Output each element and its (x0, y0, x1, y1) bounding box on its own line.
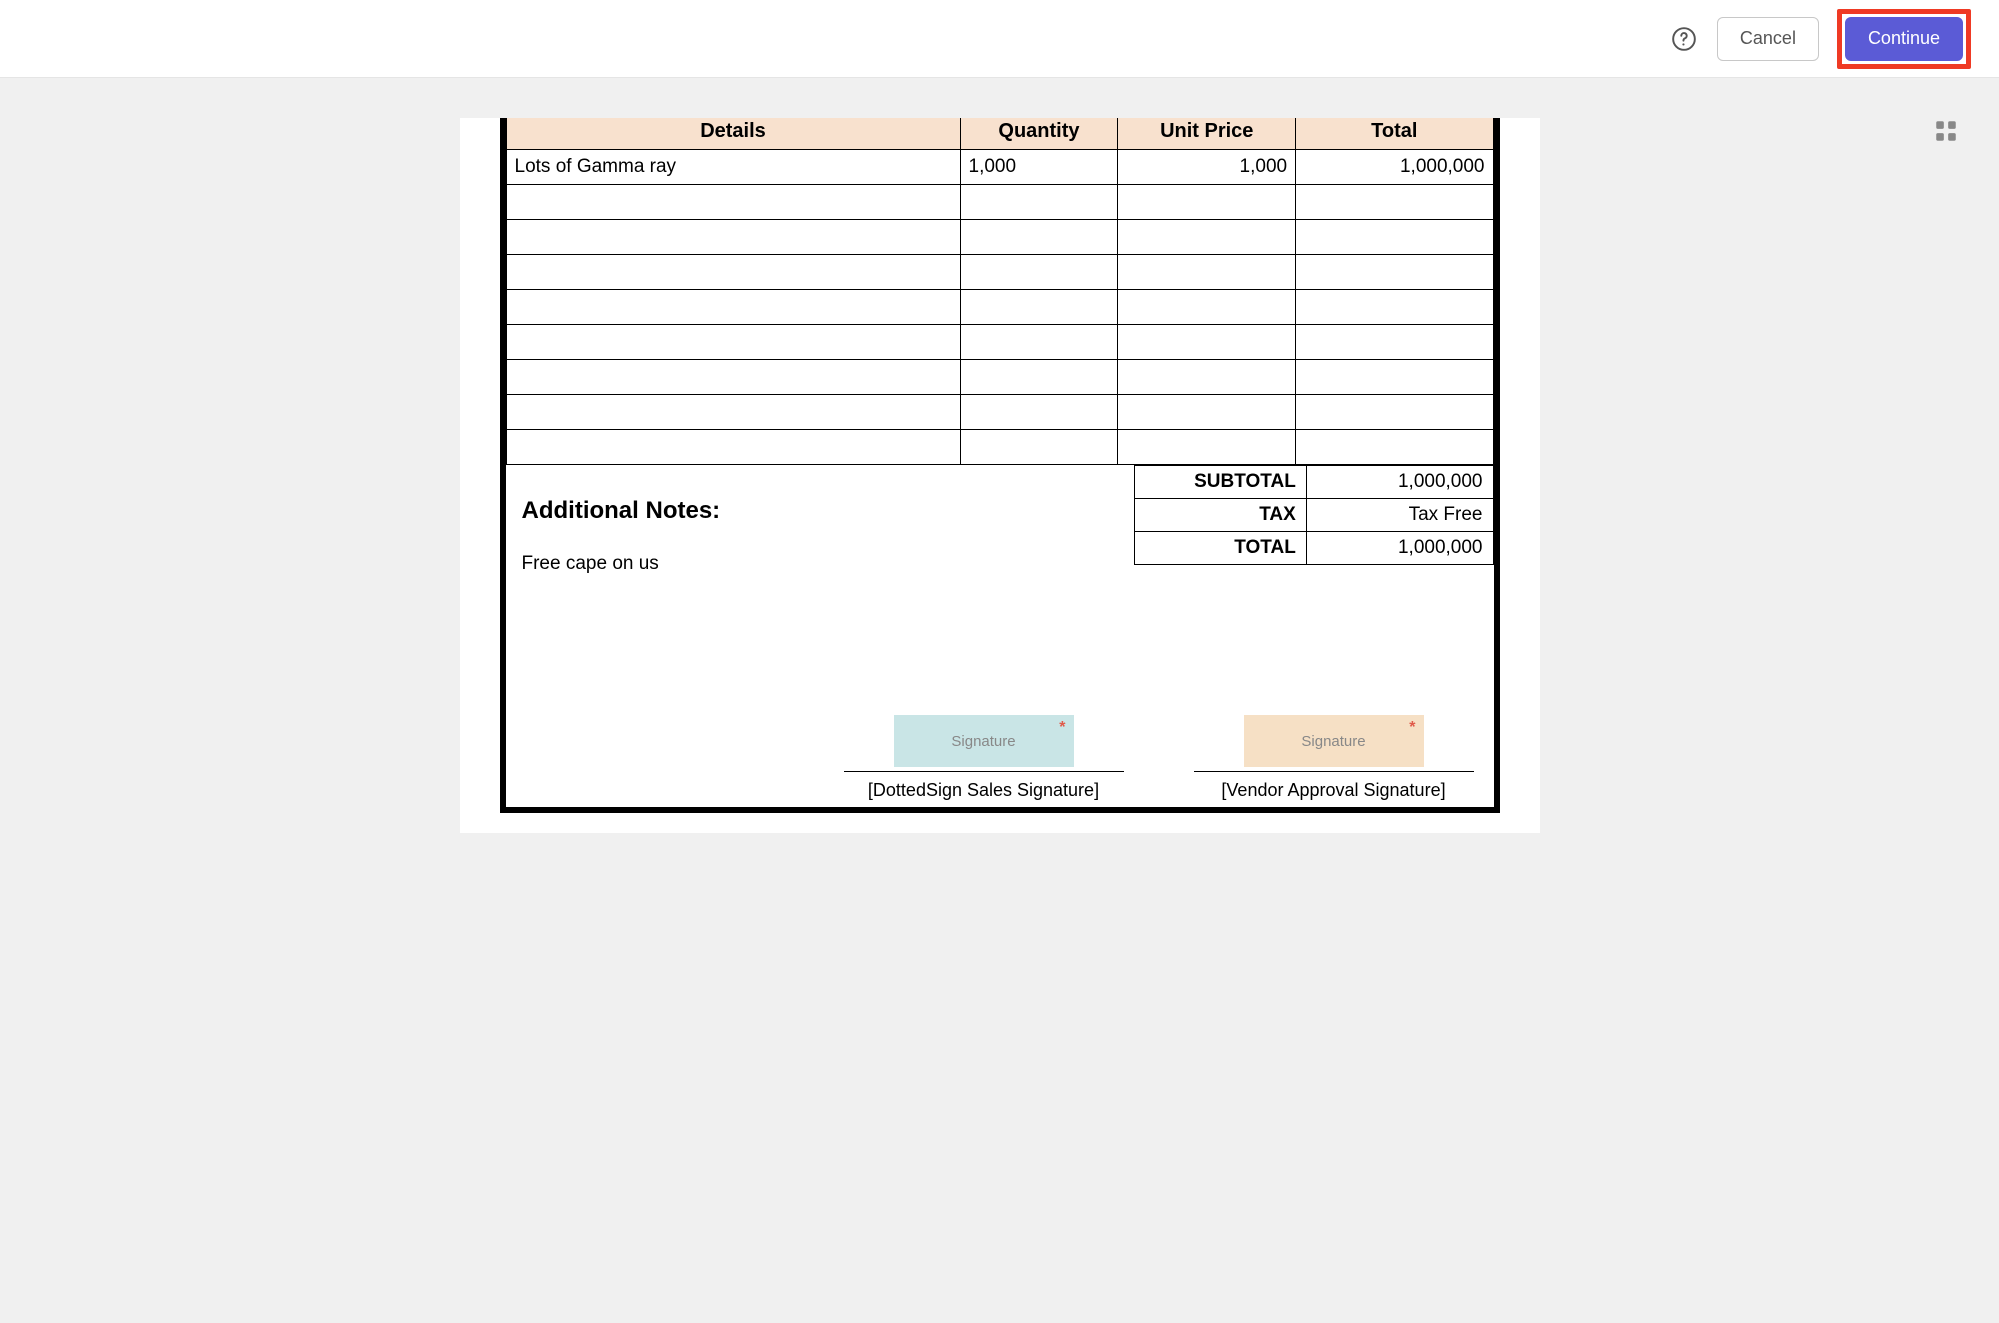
cell-details (506, 360, 960, 395)
vendor-signature-caption: [Vendor Approval Signature] (1194, 771, 1474, 801)
sales-signature-caption: [DottedSign Sales Signature] (844, 771, 1124, 801)
items-header-row: Details Quantity Unit Price Total (506, 118, 1493, 150)
cell-qty (960, 360, 1118, 395)
table-row (506, 185, 1493, 220)
sales-signature-placeholder: Signature (951, 733, 1015, 750)
total-value: 1,000,000 (1306, 532, 1493, 565)
cell-qty (960, 185, 1118, 220)
cell-price (1118, 360, 1296, 395)
totals-table: SUBTOTAL 1,000,000 TAX Tax Free TOTAL 1,… (1134, 465, 1494, 565)
top-bar: Cancel Continue (0, 0, 1999, 78)
cell-total (1296, 290, 1493, 325)
table-row (506, 325, 1493, 360)
notes-heading: Additional Notes: (522, 497, 1118, 525)
grid-view-icon[interactable] (1933, 118, 1959, 144)
subtotal-value: 1,000,000 (1306, 466, 1493, 499)
vendor-signature-placeholder: Signature (1301, 733, 1365, 750)
header-unit-price: Unit Price (1118, 118, 1296, 150)
cell-details (506, 395, 960, 430)
cell-price (1118, 255, 1296, 290)
cell-total (1296, 430, 1493, 465)
cell-price (1118, 290, 1296, 325)
cell-qty (960, 395, 1118, 430)
cell-qty (960, 325, 1118, 360)
table-row (506, 430, 1493, 465)
items-table: Details Quantity Unit Price Total Lots o… (506, 118, 1494, 465)
cell-price (1118, 220, 1296, 255)
table-row: Lots of Gamma ray1,0001,0001,000,000 (506, 150, 1493, 185)
cell-price (1118, 395, 1296, 430)
subtotal-label: SUBTOTAL (1134, 466, 1306, 499)
tax-value: Tax Free (1306, 499, 1493, 532)
header-total: Total (1296, 118, 1493, 150)
sales-signature-block: Signature * [DottedSign Sales Signature] (844, 715, 1124, 801)
sales-signature-field[interactable]: Signature * (894, 715, 1074, 767)
vendor-signature-field[interactable]: Signature * (1244, 715, 1424, 767)
table-row (506, 290, 1493, 325)
continue-button[interactable]: Continue (1845, 17, 1963, 61)
cell-qty (960, 290, 1118, 325)
total-label: TOTAL (1134, 532, 1306, 565)
cell-details: Lots of Gamma ray (506, 150, 960, 185)
cell-total (1296, 325, 1493, 360)
header-quantity: Quantity (960, 118, 1118, 150)
table-row (506, 255, 1493, 290)
signatures-row: Signature * [DottedSign Sales Signature]… (506, 715, 1494, 801)
vendor-signature-block: Signature * [Vendor Approval Signature] (1194, 715, 1474, 801)
table-row (506, 360, 1493, 395)
totals-column: SUBTOTAL 1,000,000 TAX Tax Free TOTAL 1,… (1134, 465, 1494, 575)
subtotal-row: SUBTOTAL 1,000,000 (1134, 466, 1493, 499)
required-asterisk-icon: * (1409, 719, 1415, 737)
cell-details (506, 290, 960, 325)
cell-price (1118, 430, 1296, 465)
cell-total (1296, 255, 1493, 290)
cell-total: 1,000,000 (1296, 150, 1493, 185)
total-row: TOTAL 1,000,000 (1134, 532, 1493, 565)
cell-qty: 1,000 (960, 150, 1118, 185)
notes-body: Free cape on us (522, 553, 1118, 575)
cell-details (506, 185, 960, 220)
cell-details (506, 325, 960, 360)
continue-highlight: Continue (1837, 9, 1971, 69)
cell-total (1296, 220, 1493, 255)
table-row (506, 220, 1493, 255)
cell-total (1296, 360, 1493, 395)
tax-row: TAX Tax Free (1134, 499, 1493, 532)
cell-price (1118, 185, 1296, 220)
tax-label: TAX (1134, 499, 1306, 532)
cell-price: 1,000 (1118, 150, 1296, 185)
table-row (506, 395, 1493, 430)
header-details: Details (506, 118, 960, 150)
cell-qty (960, 255, 1118, 290)
notes-column: Additional Notes: Free cape on us (506, 465, 1134, 575)
cancel-button[interactable]: Cancel (1717, 17, 1819, 61)
help-icon[interactable] (1669, 24, 1699, 54)
cell-qty (960, 220, 1118, 255)
workspace: Details Quantity Unit Price Total Lots o… (0, 78, 1999, 1323)
cell-qty (960, 430, 1118, 465)
document-page[interactable]: Details Quantity Unit Price Total Lots o… (460, 118, 1540, 833)
below-table: Additional Notes: Free cape on us SUBTOT… (506, 465, 1494, 575)
cell-total (1296, 185, 1493, 220)
cell-total (1296, 395, 1493, 430)
document-border: Details Quantity Unit Price Total Lots o… (500, 118, 1500, 813)
cell-details (506, 220, 960, 255)
required-asterisk-icon: * (1059, 719, 1065, 737)
cell-details (506, 430, 960, 465)
cell-details (506, 255, 960, 290)
cell-price (1118, 325, 1296, 360)
